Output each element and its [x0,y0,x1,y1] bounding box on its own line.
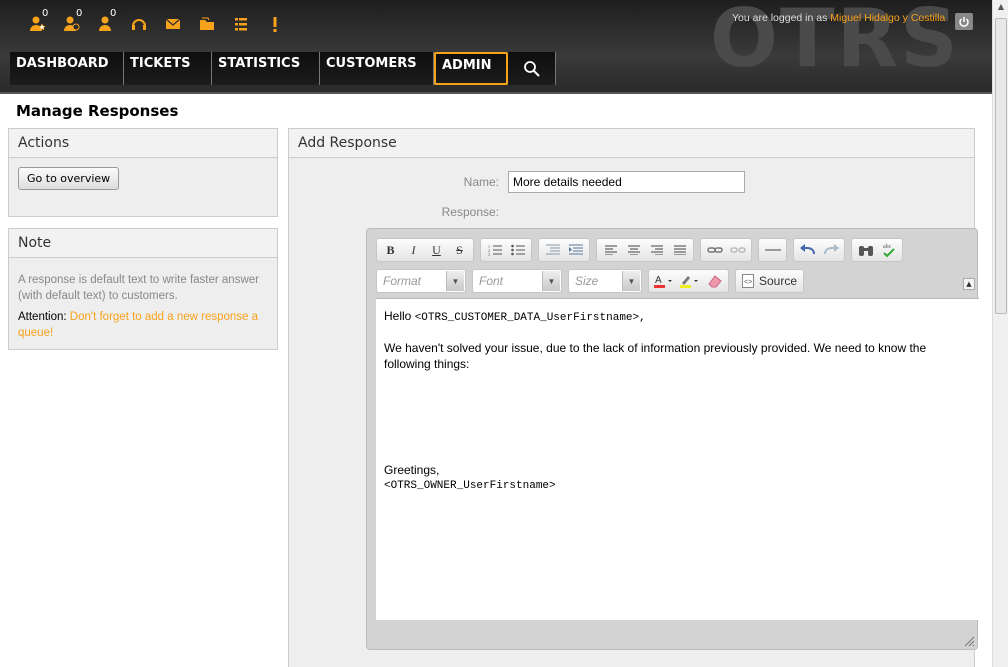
history-group [793,238,845,262]
bullet-list-icon[interactable] [506,239,529,261]
bold-icon[interactable]: B [379,239,402,261]
italic-icon[interactable]: I [402,239,425,261]
chevron-down-icon: ▼ [622,271,640,291]
binoculars-icon[interactable] [854,239,877,261]
editor-line: <OTRS_OWNER_UserFirstname> [384,480,556,492]
add-response-title: Add Response [289,129,974,158]
source-label: Source [759,274,798,288]
list-group: 123 [480,238,532,262]
rich-text-editor: B I U S 123 abc Format ▼ Font ▼ Size ▼ A… [366,228,979,650]
editor-toolbar-row-2: Format ▼ Font ▼ Size ▼ A <> Source [376,269,805,295]
chevron-down-icon: ▼ [446,271,464,291]
scroll-up-icon[interactable]: ▲ [995,2,1007,14]
source-button[interactable]: <> Source [735,269,805,293]
nav-tickets[interactable]: TICKETS [124,52,212,85]
editor-line: We haven't solved your issue, due to the… [384,341,927,371]
editor-content[interactable]: Hello <OTRS_CUSTOMER_DATA_UserFirstname>… [376,298,979,620]
response-label: Response: [441,205,499,219]
list-icon[interactable] [224,10,258,38]
actions-box: Actions Go to overview [8,128,278,217]
user-link[interactable]: Miguel Hidalgo y Costilla [830,12,945,24]
horizontal-rule-icon[interactable] [761,239,784,261]
chevron-down-icon: ▼ [542,271,560,291]
actions-title: Actions [9,129,277,158]
text-style-group: B I U S [376,238,474,262]
top-header: OTRS 0 0 0 You are logged in as Miguel H… [0,0,992,94]
undo-icon[interactable] [796,239,819,261]
svg-text:A: A [655,275,662,286]
note-text: A response is default text to write fast… [18,274,259,302]
indent-icon[interactable] [564,239,587,261]
nav-dashboard[interactable]: DASHBOARD [10,52,124,85]
scroll-thumb[interactable] [995,18,1007,314]
find-group: abc [851,238,903,262]
redo-icon[interactable] [819,239,842,261]
color-group: A [648,269,729,293]
link-icon[interactable] [703,239,726,261]
user-icon[interactable]: 0 [88,8,122,38]
eraser-icon[interactable] [703,270,726,292]
envelope-icon[interactable] [156,10,190,38]
user-star-icon[interactable]: 0 [20,8,54,38]
add-response-box: Add Response Name: More details needed R… [288,128,979,667]
strikethrough-icon[interactable]: S [448,239,471,261]
resize-handle-icon[interactable] [963,635,975,647]
attention-label: Attention: [18,311,67,323]
rule-group [758,238,787,262]
outdent-icon[interactable] [541,239,564,261]
align-right-icon[interactable] [645,239,668,261]
highlight-color-icon[interactable] [677,270,703,292]
name-label: Name: [463,175,499,189]
go-to-overview-button[interactable]: Go to overview [18,167,120,190]
svg-text:abc: abc [883,244,892,250]
exclamation-icon[interactable] [258,10,292,38]
editor-toolbar-row-1: B I U S 123 abc [376,238,903,264]
page-scrollbar[interactable]: ▲ [992,0,1008,667]
align-left-icon[interactable] [599,239,622,261]
editor-line: Greetings, [384,463,440,477]
align-justify-icon[interactable] [668,239,691,261]
link-group [700,238,752,262]
folder-icon[interactable] [190,10,224,38]
numbered-list-icon[interactable]: 123 [483,239,506,261]
svg-text:<>: <> [744,279,752,286]
nav-search-button[interactable] [508,52,556,85]
text-color-icon[interactable]: A [651,270,677,292]
toolbar: 0 0 0 [20,8,292,38]
editor-line: Hello <OTRS_CUSTOMER_DATA_UserFirstname>… [384,309,646,324]
format-select[interactable]: Format ▼ [376,269,466,293]
size-placeholder: Size [575,274,599,288]
size-select[interactable]: Size ▼ [568,269,642,293]
source-icon: <> [742,274,754,288]
login-info: You are logged in as Miguel Hidalgo y Co… [732,12,945,24]
nav-customers[interactable]: CUSTOMERS [320,52,434,85]
note-title: Note [9,229,277,258]
main-navigation: DASHBOARD TICKETS STATISTICS CUSTOMERS A… [10,52,556,86]
svg-text:3: 3 [488,252,490,256]
nav-admin[interactable]: ADMIN [434,52,508,85]
nav-statistics[interactable]: STATISTICS [212,52,320,85]
user-alert-icon[interactable]: 0 [54,8,88,38]
logout-icon[interactable] [955,13,973,30]
underline-icon[interactable]: U [425,239,448,261]
headset-icon[interactable] [122,10,156,38]
login-prefix: You are logged in as [732,12,828,24]
format-placeholder: Format [383,274,422,288]
search-icon [523,60,540,77]
indent-group [538,238,590,262]
note-attention: Attention: Don't forget to add a new res… [18,309,270,341]
name-field[interactable]: More details needed [508,171,745,193]
font-select[interactable]: Font ▼ [472,269,562,293]
page-title: Manage Responses [16,102,179,120]
note-box: Note A response is default text to write… [8,228,278,350]
spellcheck-icon[interactable]: abc [877,239,900,261]
unlink-icon[interactable] [726,239,749,261]
align-group [596,238,694,262]
font-placeholder: Font [479,274,504,288]
align-center-icon[interactable] [622,239,645,261]
collapse-toolbar-icon[interactable]: ▲ [963,278,975,290]
